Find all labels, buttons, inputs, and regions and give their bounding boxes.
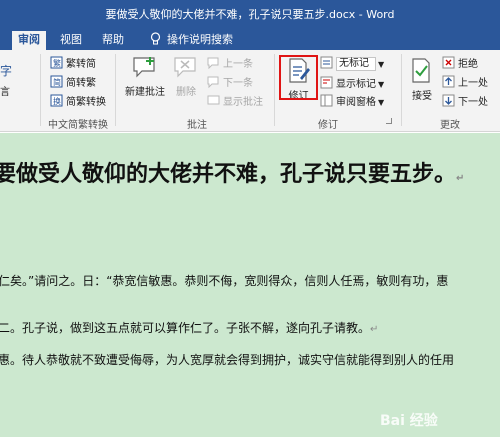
- previous-comment-icon: [207, 57, 219, 69]
- svg-text:简: 简: [53, 77, 61, 87]
- show-markup-icon: [320, 76, 333, 89]
- trad-to-simp-button[interactable]: 繁繁转简: [50, 56, 96, 74]
- window-title: 要做受人敬仰的大佬并不难，孔子说只要五步.docx - Word: [105, 8, 395, 21]
- trad-to-simp-icon: 繁: [50, 56, 63, 69]
- new-comment-button[interactable]: 新建批注: [123, 56, 167, 98]
- track-changes-highlight: [279, 55, 318, 100]
- chevron-down-icon: ▼: [378, 98, 385, 107]
- markup-icon: [320, 56, 333, 69]
- markup-dropdown[interactable]: 无标记: [336, 57, 376, 71]
- ribbon-tab-bar: 审阅 视图 帮助 操作说明搜索: [0, 28, 500, 50]
- simp-to-trad-icon: 简: [50, 75, 63, 88]
- next-change-label: 下一处: [458, 97, 488, 108]
- accept-button[interactable]: 接受: [406, 58, 438, 102]
- tab-view[interactable]: 视图: [54, 31, 88, 50]
- dialog-launcher-icon[interactable]: [386, 118, 392, 124]
- reviewing-pane-icon: [320, 94, 333, 107]
- group-label-tracking: 修订: [318, 120, 338, 131]
- group-label-comments: 批注: [187, 120, 207, 131]
- markup-select[interactable]: 无标记 ▼: [320, 56, 384, 74]
- delete-comment-button[interactable]: 删除: [170, 56, 202, 98]
- delete-comment-label: 删除: [176, 87, 196, 98]
- previous-comment-button[interactable]: 上一条: [207, 56, 253, 74]
- left-partial-bottom[interactable]: 言: [0, 84, 10, 102]
- show-markup-label: 显示标记: [336, 79, 376, 90]
- group-separator: [115, 54, 116, 126]
- paragraph-mark-icon: ↵: [456, 173, 465, 184]
- document-heading: 要做受人敬仰的大佬并不难，孔子说只要五步。↵: [0, 156, 464, 188]
- group-separator: [274, 54, 275, 126]
- next-comment-button[interactable]: 下一条: [207, 75, 253, 93]
- next-change-icon: [442, 94, 455, 107]
- previous-comment-label: 上一条: [223, 59, 253, 70]
- tell-me-search[interactable]: 操作说明搜索: [150, 31, 233, 48]
- svg-text:换: 换: [53, 96, 61, 106]
- delete-comment-icon: [174, 57, 196, 78]
- svg-text:繁: 繁: [53, 58, 61, 68]
- convert-icon: 换: [50, 94, 63, 107]
- reject-label: 拒绝: [458, 59, 478, 70]
- tell-me-label: 操作说明搜索: [167, 33, 233, 46]
- tab-help[interactable]: 帮助: [96, 31, 130, 50]
- new-comment-label: 新建批注: [125, 87, 165, 98]
- simp-to-trad-label: 简转繁: [66, 78, 96, 89]
- simp-trad-convert-button[interactable]: 换简繁转换: [50, 94, 106, 112]
- reviewing-pane-button[interactable]: 审阅窗格 ▼: [320, 94, 384, 112]
- next-comment-icon: [207, 76, 219, 88]
- ribbon: 字 言 繁繁转简 简简转繁 换简繁转换 中文简繁转换 新建批注 删除 上一条 下…: [0, 50, 500, 132]
- lightbulb-icon: [150, 32, 161, 45]
- accept-label: 接受: [412, 91, 432, 102]
- title-bar: 要做受人敬仰的大佬并不难，孔子说只要五步.docx - Word: [0, 0, 500, 28]
- reject-icon: [442, 56, 455, 69]
- next-change-button[interactable]: 下一处: [442, 94, 488, 112]
- heading-text: 要做受人敬仰的大佬并不难，孔子说只要五步。: [0, 162, 457, 187]
- chevron-down-icon: ▼: [378, 60, 385, 69]
- previous-change-label: 上一处: [458, 78, 488, 89]
- document-area[interactable]: 要做受人敬仰的大佬并不难，孔子说只要五步。↵ 仁矣。”请问之。日：“恭宽信敏惠。…: [0, 133, 500, 437]
- reviewing-pane-label: 审阅窗格: [336, 97, 376, 108]
- group-label-changes: 更改: [440, 120, 460, 131]
- left-partial-top[interactable]: 字: [0, 62, 12, 80]
- watermark: Bai 经验: [380, 413, 438, 429]
- paragraph-mark-icon: ↵: [370, 324, 379, 335]
- new-comment-icon: [133, 57, 155, 78]
- reject-button[interactable]: 拒绝: [442, 56, 478, 74]
- tab-review[interactable]: 审阅: [12, 31, 46, 50]
- previous-change-button[interactable]: 上一处: [442, 75, 488, 93]
- paragraph-2-text: 二。孔子说，做到这五点就可以算作仁了。子张不解，遂向孔子请教。: [0, 321, 371, 335]
- previous-change-icon: [442, 75, 455, 88]
- show-markup-button[interactable]: 显示标记 ▼: [320, 76, 384, 94]
- trad-to-simp-label: 繁转简: [66, 59, 96, 70]
- group-separator: [40, 54, 41, 126]
- paragraph-3: 惠。待人恭敬就不致遭受侮辱，为人宽厚就会得到拥护，诚实守信就能得到别人的任用: [0, 353, 455, 367]
- chevron-down-icon: ▼: [378, 80, 385, 89]
- paragraph-2: 二。孔子说，做到这五点就可以算作仁了。子张不解，遂向孔子请教。↵: [0, 319, 378, 336]
- simp-trad-convert-label: 简繁转换: [66, 97, 106, 108]
- show-comments-icon: [207, 95, 220, 105]
- next-comment-label: 下一条: [223, 78, 253, 89]
- show-comments-button[interactable]: 显示批注: [207, 94, 263, 112]
- accept-icon: [412, 58, 430, 83]
- show-comments-label: 显示批注: [223, 97, 263, 108]
- group-label-chinese-conversion: 中文简繁转换: [48, 120, 108, 131]
- group-separator: [401, 54, 402, 126]
- paragraph-1: 仁矣。”请问之。日：“恭宽信敏惠。恭则不侮，宽则得众，信则人任焉，敏则有功，惠: [0, 274, 449, 288]
- simp-to-trad-button[interactable]: 简简转繁: [50, 75, 96, 93]
